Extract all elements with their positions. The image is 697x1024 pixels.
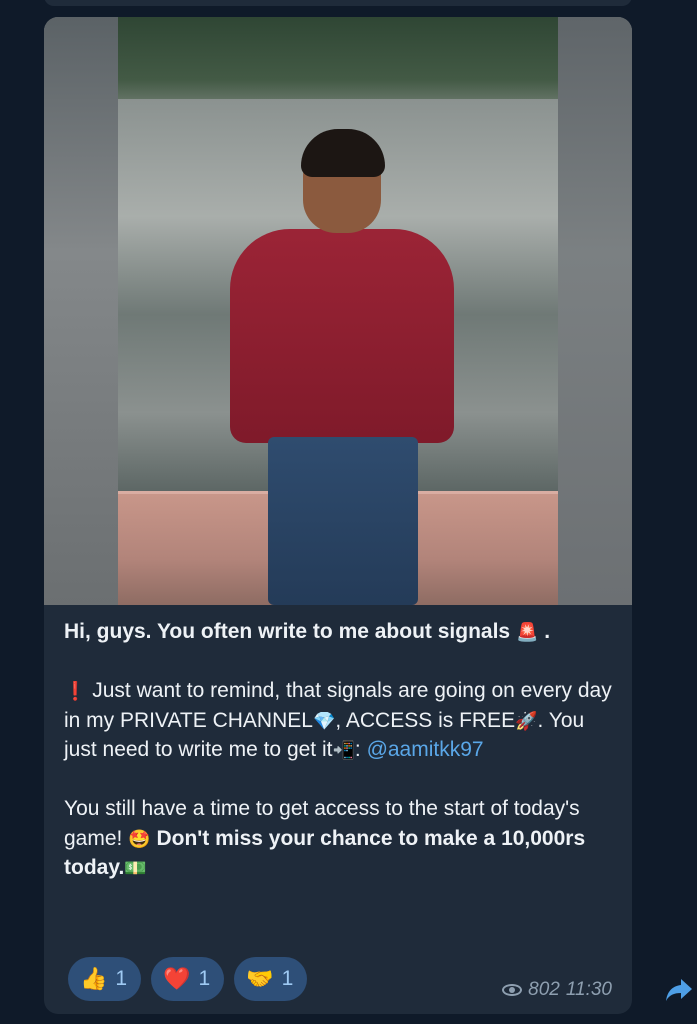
previous-message-bubble [44, 0, 632, 6]
reaction-handshake[interactable]: 🤝 1 [234, 957, 308, 1001]
caption-paragraph-1: Hi, guys. You often write to me about si… [64, 617, 612, 647]
photo-blur-right [558, 17, 632, 605]
photo-scene [118, 17, 558, 605]
photo-trees [118, 17, 558, 107]
gem-emoji-icon: 💎 [312, 710, 336, 731]
channel-message-bubble: Hi, guys. You often write to me about si… [44, 17, 632, 1014]
message-time: 11:30 [565, 979, 612, 1000]
view-count: 802 [528, 979, 560, 1000]
caption-paragraph-3: You still have a time to get access to t… [64, 794, 612, 883]
reactions-bar: 👍 1 ❤️ 1 🤝 1 [68, 957, 308, 1001]
photo-person-hoodie [230, 229, 454, 443]
caption-line-1-end: . [544, 620, 551, 643]
handshake-icon: 🤝 [246, 966, 274, 991]
message-meta: 802 11:30 [502, 979, 612, 1001]
username-link[interactable]: @aamitkk97 [367, 738, 484, 761]
reaction-count: 1 [198, 967, 211, 990]
rocket-emoji-icon: 🚀 [515, 710, 538, 731]
photo-person-jeans [268, 437, 418, 605]
star-struck-emoji-icon: 🤩 [128, 828, 151, 849]
photo-blur-left [44, 17, 118, 605]
money-emoji-icon: 💵 [124, 858, 147, 878]
heart-icon: ❤️ [163, 966, 191, 991]
reaction-heart[interactable]: ❤️ 1 [151, 957, 225, 1001]
reaction-count: 1 [115, 967, 128, 990]
reaction-thumbs-up[interactable]: 👍 1 [68, 957, 142, 1001]
reaction-count: 1 [281, 967, 294, 990]
thumbs-up-icon: 👍 [80, 966, 108, 991]
message-caption: Hi, guys. You often write to me about si… [64, 617, 612, 883]
phone-emoji-icon: 📲 [332, 740, 355, 760]
exclamation-emoji-icon: ❗ [64, 681, 87, 701]
share-arrow-icon[interactable] [664, 974, 694, 1004]
message-photo[interactable] [44, 17, 632, 605]
caption-p2-text-4: : [354, 738, 367, 761]
caption-p2-text-2: , ACCESS is FREE [335, 708, 516, 732]
caption-paragraph-2: ❗ Just want to remind, that signals are … [64, 676, 612, 765]
siren-emoji-icon: 🚨 [515, 622, 539, 642]
eye-icon [502, 984, 523, 996]
caption-line-1: Hi, guys. You often write to me about si… [64, 620, 511, 643]
